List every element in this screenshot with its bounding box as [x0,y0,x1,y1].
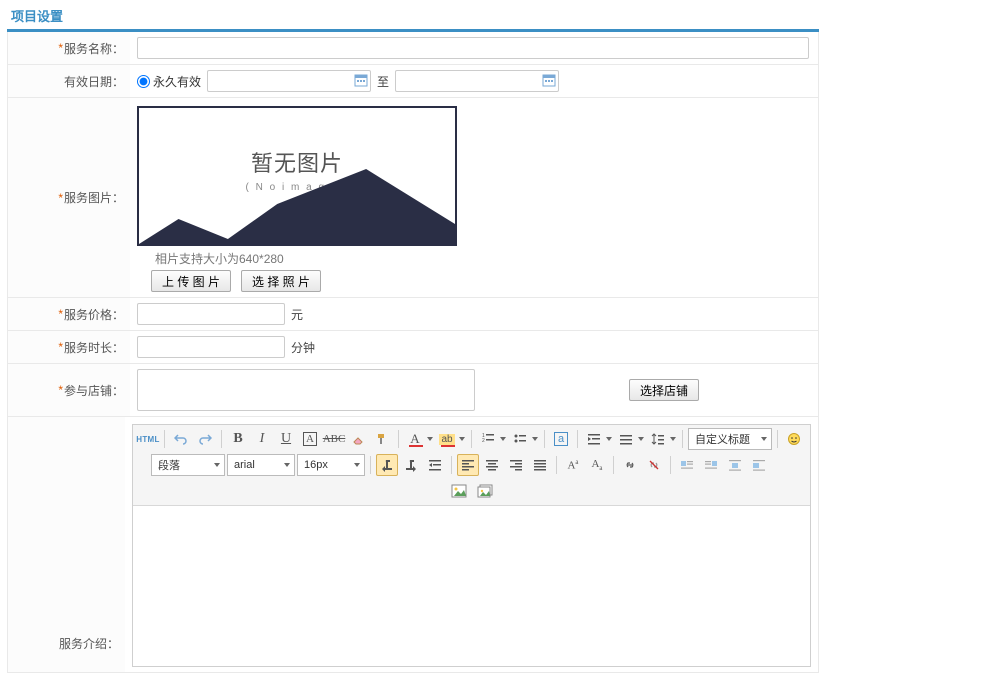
image-preview: 暂无图片 ( N o i m a g e ) [137,106,457,246]
date-to-label: 至 [377,73,389,90]
label-shops: *参与店铺： [8,364,130,416]
insert-image-icon[interactable] [448,480,470,502]
price-suffix: 元 [291,306,303,323]
align-right-icon[interactable] [505,454,527,476]
label-service-image: *服务图片： [8,98,130,297]
rtl-icon[interactable] [400,454,422,476]
dropdown-arrow-icon[interactable] [605,428,613,450]
row-service-price: *服务价格： 元 [7,298,819,331]
align-left-icon[interactable] [457,454,479,476]
align-justify-icon[interactable] [529,454,551,476]
subscript-icon[interactable]: Aa [586,454,608,476]
forever-radio-label[interactable]: 永久有效 [137,73,201,90]
label-service-duration: *服务时长： [8,331,130,363]
dropdown-arrow-icon[interactable] [531,428,539,450]
label-service-intro: 服务介绍： [8,417,125,672]
dropdown-arrow-icon[interactable] [669,428,677,450]
font-family-select[interactable]: arial [227,454,295,476]
ordered-list-icon[interactable]: 12 [477,428,499,450]
img-float-left-icon[interactable] [676,454,698,476]
shops-textarea[interactable] [137,369,475,411]
duration-suffix: 分钟 [291,339,315,356]
italic-icon[interactable]: I [251,428,273,450]
char-box-icon[interactable]: a [550,428,572,450]
upload-image-button[interactable]: 上 传 图 片 [151,270,231,292]
row-service-image: *服务图片： 暂无图片 ( N o i m a g e ) 相片支持大小为640… [7,98,819,298]
eraser-icon[interactable] [347,428,369,450]
row-valid-date: 有效日期： 永久有效 至 [7,65,819,98]
line-height-icon[interactable] [647,428,669,450]
multi-image-icon[interactable] [474,480,496,502]
label-service-price: *服务价格： [8,298,130,330]
forever-radio[interactable] [137,75,150,88]
link-icon[interactable] [619,454,641,476]
redo-icon[interactable] [194,428,216,450]
forever-radio-text: 永久有效 [153,73,201,90]
format-brush-icon[interactable] [371,428,393,450]
section-title: 项目设置 [7,0,819,29]
select-shop-button[interactable]: 选择店铺 [629,379,699,401]
ltr-icon[interactable] [376,454,398,476]
row-service-intro: 服务介绍： HTML B I U A ABC [7,417,819,673]
spacing-icon[interactable] [615,428,637,450]
unlink-icon[interactable] [643,454,665,476]
svg-text:2: 2 [482,438,485,444]
undo-icon[interactable] [170,428,192,450]
dropdown-arrow-icon[interactable] [637,428,645,450]
bold-icon[interactable]: B [227,428,249,450]
calendar-icon[interactable] [542,73,556,87]
select-photo-button[interactable]: 选 择 照 片 [241,270,321,292]
service-name-input[interactable] [137,37,809,59]
outdent-icon[interactable] [424,454,446,476]
superscript-icon[interactable]: Aa [562,454,584,476]
unordered-list-icon[interactable] [509,428,531,450]
dropdown-arrow-icon[interactable] [499,428,507,450]
underline-icon[interactable]: U [275,428,297,450]
html-source-button[interactable]: HTML [137,428,159,450]
font-color-icon[interactable]: A [404,428,426,450]
paragraph-select[interactable]: 段落 [151,454,225,476]
label-valid-date: 有效日期： [8,65,130,97]
dropdown-arrow-icon[interactable] [426,428,434,450]
mountain-icon [139,164,455,244]
service-duration-input[interactable] [137,336,285,358]
img-center-icon[interactable] [724,454,746,476]
rich-text-editor: HTML B I U A ABC A ab 12 [132,424,811,667]
img-none-icon[interactable] [748,454,770,476]
calendar-icon[interactable] [354,73,368,87]
editor-toolbar: HTML B I U A ABC A ab 12 [133,425,810,506]
highlight-color-icon[interactable]: ab [436,428,458,450]
indent-icon[interactable] [583,428,605,450]
font-size-select[interactable]: 16px [297,454,365,476]
emoji-icon[interactable] [783,428,805,450]
row-shops: *参与店铺： 选择店铺 [7,364,819,417]
dropdown-arrow-icon[interactable] [458,428,466,450]
strikethrough-icon[interactable]: ABC [323,428,345,450]
align-center-icon[interactable] [481,454,503,476]
service-price-input[interactable] [137,303,285,325]
img-float-right-icon[interactable] [700,454,722,476]
image-hint: 相片支持大小为640*280 [155,250,811,267]
date-from-input[interactable] [207,70,371,92]
row-service-duration: *服务时长： 分钟 [7,331,819,364]
heading-select[interactable]: 自定义标题 [688,428,772,450]
editor-body[interactable] [133,506,810,666]
font-box-icon[interactable]: A [299,428,321,450]
date-to-input[interactable] [395,70,559,92]
row-service-name: *服务名称： [7,32,819,65]
label-service-name: *服务名称： [8,32,130,64]
